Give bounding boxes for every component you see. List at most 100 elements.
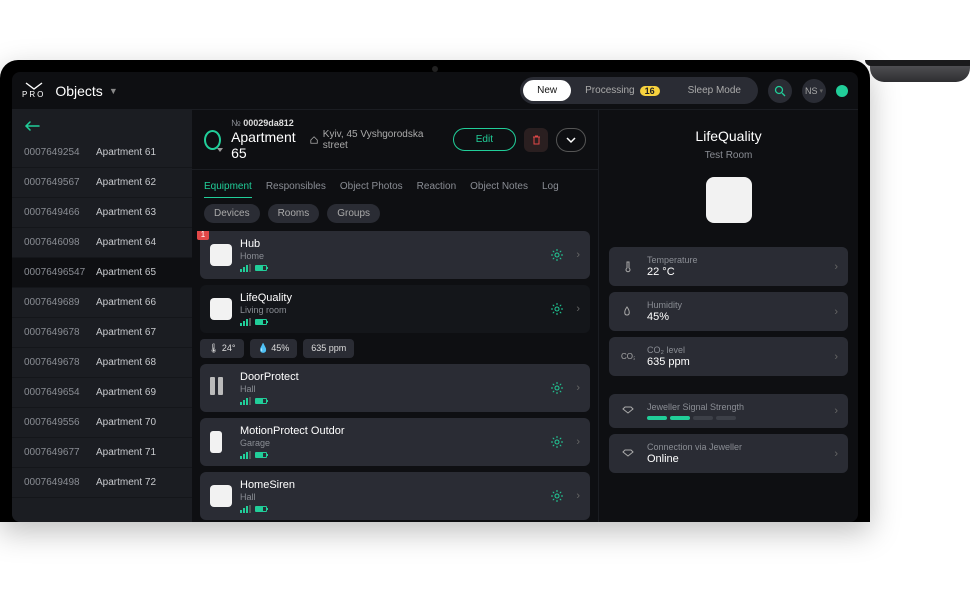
gear-icon: [550, 248, 564, 262]
chevron-right-icon: ›: [834, 405, 838, 417]
object-label: Apartment 66: [96, 297, 156, 308]
back-button[interactable]: [12, 110, 192, 138]
battery-icon: [255, 265, 267, 271]
object-label: Apartment 65: [96, 267, 156, 278]
tab-new[interactable]: New: [523, 80, 571, 101]
quick-humidity: 💧 45%: [250, 339, 298, 358]
jeweller-icon: [621, 448, 635, 460]
sidebar-item[interactable]: 0007649556Apartment 70: [12, 408, 192, 438]
expand-button[interactable]: [556, 128, 586, 152]
object-name: Apartment 65: [231, 129, 300, 161]
page-title: Objects: [55, 83, 102, 99]
object-label: Apartment 69: [96, 387, 156, 398]
device-settings-button[interactable]: [550, 248, 564, 262]
object-id: 0007649567: [24, 177, 96, 188]
tab-log[interactable]: Log: [542, 176, 559, 198]
edit-button[interactable]: Edit: [453, 128, 516, 151]
connection-1[interactable]: Connection via JewellerOnline ›: [609, 434, 848, 473]
device-row[interactable]: MotionProtect Outdor Garage ›: [200, 418, 590, 466]
chevron-right-icon: ›: [576, 490, 580, 502]
device-row[interactable]: DoorProtect Hall ›: [200, 364, 590, 412]
object-id: 0007649678: [24, 327, 96, 338]
subtab-devices[interactable]: Devices: [204, 204, 260, 223]
device-settings-button[interactable]: [550, 489, 564, 503]
sidebar-item[interactable]: 0007649678Apartment 68: [12, 348, 192, 378]
trash-icon: [531, 134, 542, 146]
object-address: Kyiv, 45 Vyshgorodska street: [310, 129, 427, 151]
object-label: Apartment 63: [96, 207, 156, 218]
thermo-icon: [621, 260, 635, 274]
device-room: Hall: [240, 492, 542, 502]
chevron-down-icon: [565, 136, 577, 144]
object-id: 0007649689: [24, 297, 96, 308]
device-name: LifeQuality: [240, 292, 542, 304]
device-settings-button[interactable]: [550, 302, 564, 316]
tab-processing[interactable]: Processing16: [571, 80, 673, 101]
sidebar-item[interactable]: 0007646098Apartment 64: [12, 228, 192, 258]
object-label: Apartment 68: [96, 357, 156, 368]
sidebar-item[interactable]: 0007649254Apartment 61: [12, 138, 192, 168]
arrow-left-icon: [24, 120, 40, 132]
sidebar-item[interactable]: 0007649689Apartment 66: [12, 288, 192, 318]
subtab-groups[interactable]: Groups: [327, 204, 380, 223]
jeweller-icon: [621, 405, 635, 417]
chevron-right-icon: ›: [576, 249, 580, 261]
sidebar-item[interactable]: 0007649678Apartment 67: [12, 318, 192, 348]
object-label: Apartment 64: [96, 237, 156, 248]
device-row[interactable]: 1 Hub Home ›: [200, 231, 590, 279]
tab-equipment[interactable]: Equipment: [204, 176, 252, 198]
device-room: Garage: [240, 438, 542, 448]
page-title-selector[interactable]: Objects ▼: [55, 83, 117, 99]
search-button[interactable]: [768, 79, 792, 103]
device-name: Hub: [240, 238, 542, 250]
gear-icon: [550, 302, 564, 316]
sidebar-item[interactable]: 0007649567Apartment 62: [12, 168, 192, 198]
device-row[interactable]: LifeQuality Living room ›: [200, 285, 590, 333]
metric-temperature[interactable]: Temperature22 °C ›: [609, 247, 848, 286]
device-settings-button[interactable]: [550, 435, 564, 449]
sidebar-item[interactable]: 0007649498Apartment 72: [12, 468, 192, 498]
view-mode-tabs: New Processing16 Sleep Mode: [520, 77, 758, 104]
chevron-right-icon: ›: [834, 351, 838, 363]
metric-co-level[interactable]: CO₂ CO₂ level635 ppm ›: [609, 337, 848, 376]
sidebar-item[interactable]: 00076496547Apartment 65: [12, 258, 192, 288]
signal-icon: [240, 264, 251, 272]
tab-reaction[interactable]: Reaction: [417, 176, 456, 198]
tab-object-photos[interactable]: Object Photos: [340, 176, 403, 198]
device-name: MotionProtect Outdor: [240, 425, 542, 437]
delete-button[interactable]: [524, 128, 548, 152]
device-thumb: [210, 431, 222, 453]
signal-icon: [240, 318, 251, 326]
connection-0[interactable]: Jeweller Signal Strength ›: [609, 394, 848, 428]
metric-humidity[interactable]: Humidity45% ›: [609, 292, 848, 331]
avatar[interactable]: NS▾: [802, 79, 826, 103]
tab-responsibles[interactable]: Responsibles: [266, 176, 326, 198]
object-label: Apartment 70: [96, 417, 156, 428]
object-id: 00076496547: [24, 267, 96, 278]
tab-object-notes[interactable]: Object Notes: [470, 176, 528, 198]
object-label: Apartment 67: [96, 327, 156, 338]
battery-icon: [255, 452, 267, 458]
svg-text:CO₂: CO₂: [621, 352, 635, 361]
chevron-down-icon: ▼: [109, 86, 118, 96]
arm-status-indicator[interactable]: [204, 130, 221, 150]
device-settings-button[interactable]: [550, 381, 564, 395]
device-room: Home: [240, 251, 542, 261]
object-id: 0007649677: [24, 447, 96, 458]
chevron-right-icon: ›: [834, 448, 838, 460]
sidebar-item[interactable]: 0007649654Apartment 69: [12, 378, 192, 408]
search-icon: [774, 85, 786, 97]
device-row[interactable]: HomeSiren Hall ›: [200, 472, 590, 520]
sidebar-item[interactable]: 0007649677Apartment 71: [12, 438, 192, 468]
detail-device-name: LifeQuality: [695, 128, 761, 144]
signal-icon: [240, 451, 251, 459]
device-thumb: [210, 377, 232, 399]
gear-icon: [550, 435, 564, 449]
tab-sleep-mode[interactable]: Sleep Mode: [674, 80, 755, 101]
device-thumb: [210, 244, 232, 266]
object-id: 0007646098: [24, 237, 96, 248]
object-label: Apartment 71: [96, 447, 156, 458]
sidebar-item[interactable]: 0007649466Apartment 63: [12, 198, 192, 228]
subtab-rooms[interactable]: Rooms: [268, 204, 320, 223]
gear-icon: [550, 381, 564, 395]
